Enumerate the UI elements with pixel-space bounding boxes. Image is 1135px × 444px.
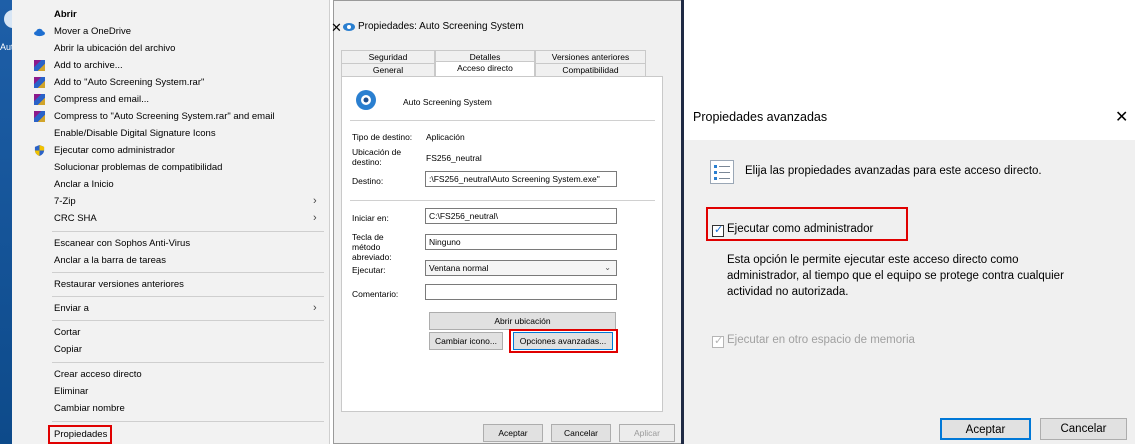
context-menu: Abrir Mover a OneDrive Abrir la ubicació… xyxy=(12,0,330,444)
iniciar-en-input[interactable]: C:\FS256_neutral\ xyxy=(425,208,617,224)
ubicacion-destino-label: Ubicación de destino: xyxy=(352,147,402,167)
menu-item-add-to-rar[interactable]: Add to "Auto Screening System.rar" xyxy=(12,74,328,91)
menu-item-compress-email[interactable]: Compress and email... xyxy=(12,91,328,108)
chevron-right-icon: › xyxy=(313,302,317,314)
onedrive-icon xyxy=(34,28,45,37)
winrar-icon xyxy=(34,94,45,105)
menu-item-cut[interactable]: Cortar xyxy=(12,324,328,341)
chevron-right-icon: › xyxy=(313,212,317,224)
advanced-aceptar-button[interactable]: Aceptar xyxy=(940,418,1031,440)
advanced-cancelar-button[interactable]: Cancelar xyxy=(1040,418,1127,440)
properties-title: Propiedades: Auto Screening System xyxy=(358,21,524,32)
help-text-line3: actividad no autorizada. xyxy=(727,286,849,298)
tipo-destino-value: Aplicación xyxy=(426,132,465,142)
menu-item-abrir[interactable]: Abrir xyxy=(12,6,328,23)
separate-memory-label: Ejecutar en otro espacio de memoria xyxy=(727,334,915,346)
desktop-background xyxy=(0,0,12,444)
menu-item-run-as-admin[interactable]: Ejecutar como administrador xyxy=(12,142,328,159)
shield-icon xyxy=(34,145,45,156)
app-name: Auto Screening System xyxy=(403,97,492,107)
cambiar-icono-button[interactable]: Cambiar icono... xyxy=(429,332,503,350)
menu-item-send-to[interactable]: Enviar a › xyxy=(12,300,328,317)
menu-separator xyxy=(52,296,324,297)
menu-item-sophos-scan[interactable]: Escanear con Sophos Anti-Virus xyxy=(12,235,328,252)
menu-item-copy[interactable]: Copiar xyxy=(12,341,328,358)
menu-separator xyxy=(52,272,324,273)
close-icon[interactable]: ✕ xyxy=(1115,107,1128,127)
help-text-line2: administrador, al tiempo que el equipo s… xyxy=(727,270,1064,282)
advanced-description: Elija las propiedades avanzadas para est… xyxy=(745,165,1042,177)
menu-item-pin-start[interactable]: Anclar a Inicio xyxy=(12,176,328,193)
menu-separator xyxy=(52,231,324,232)
props-aplicar-button[interactable]: Aplicar xyxy=(619,424,675,442)
menu-separator xyxy=(52,421,324,422)
help-text-line1: Esta opción le permite ejecutar este acc… xyxy=(727,254,1019,266)
tipo-destino-label: Tipo de destino: xyxy=(352,132,413,142)
menu-item-restore-versions[interactable]: Restaurar versiones anteriores xyxy=(12,276,328,293)
highlight-properties xyxy=(48,425,112,444)
separate-memory-checkbox[interactable]: ✓ xyxy=(712,335,724,348)
menu-item-delete[interactable]: Eliminar xyxy=(12,383,328,400)
panel-separator xyxy=(350,200,655,201)
abrir-ubicacion-button[interactable]: Abrir ubicación xyxy=(429,312,616,330)
checkmark-icon: ✓ xyxy=(714,335,724,347)
menu-item-add-to-archive[interactable]: Add to archive... xyxy=(12,57,328,74)
menu-item-create-shortcut[interactable]: Crear acceso directo xyxy=(12,366,328,383)
ejecutar-select[interactable]: Ventana normal ⌄ xyxy=(425,260,617,276)
tecla-metodo-input[interactable]: Ninguno xyxy=(425,234,617,250)
app-icon xyxy=(343,23,355,31)
ejecutar-select-value: Ventana normal xyxy=(429,263,489,273)
winrar-icon xyxy=(34,77,45,88)
ubicacion-destino-value: FS256_neutral xyxy=(426,153,482,163)
winrar-icon xyxy=(34,60,45,71)
destino-label: Destino: xyxy=(352,176,384,186)
menu-item-abrir-ubicacion[interactable]: Abrir la ubicación del archivo xyxy=(12,40,328,57)
destino-input[interactable]: :\FS256_neutral\Auto Screening System.ex… xyxy=(425,171,617,187)
app-large-icon xyxy=(356,90,376,110)
tab-acceso-directo[interactable]: Acceso directo xyxy=(435,61,535,77)
comentario-input[interactable] xyxy=(425,284,617,300)
menu-item-pin-taskbar[interactable]: Anclar a la barra de tareas xyxy=(12,252,328,269)
tab-seguridad[interactable]: Seguridad xyxy=(341,50,435,63)
chevron-down-icon: ⌄ xyxy=(604,263,611,272)
props-cancelar-button[interactable]: Cancelar xyxy=(551,424,611,442)
props-aceptar-button[interactable]: Aceptar xyxy=(483,424,543,442)
tab-compatibilidad[interactable]: Compatibilidad xyxy=(535,63,646,76)
highlight-opciones-avanzadas xyxy=(509,329,618,353)
menu-item-rename[interactable]: Cambiar nombre xyxy=(12,400,328,417)
tab-versiones-anteriores[interactable]: Versiones anteriores xyxy=(535,50,646,63)
chevron-right-icon: › xyxy=(313,195,317,207)
menu-item-troubleshoot[interactable]: Solucionar problemas de compatibilidad xyxy=(12,159,328,176)
menu-item-mover-onedrive[interactable]: Mover a OneDrive xyxy=(12,23,328,40)
tab-general[interactable]: General xyxy=(341,63,435,76)
menu-separator xyxy=(52,320,324,321)
menu-item-crc-sha[interactable]: CRC SHA › xyxy=(12,210,328,227)
panel-separator xyxy=(350,120,655,121)
highlight-run-as-admin xyxy=(706,207,908,241)
iniciar-en-label: Iniciar en: xyxy=(352,213,389,223)
ejecutar-label: Ejecutar: xyxy=(352,265,386,275)
menu-separator xyxy=(52,362,324,363)
close-icon[interactable]: ✕ xyxy=(331,20,342,36)
comentario-label: Comentario: xyxy=(352,289,399,299)
advanced-options-icon xyxy=(710,160,734,184)
menu-item-7zip[interactable]: 7-Zip › xyxy=(12,193,328,210)
menu-item-compress-rar-email[interactable]: Compress to "Auto Screening System.rar" … xyxy=(12,108,328,125)
tecla-metodo-label: Tecla de método abreviado: xyxy=(352,232,392,262)
advanced-title: Propiedades avanzadas xyxy=(693,110,828,124)
winrar-icon xyxy=(34,111,45,122)
menu-item-digital-signature[interactable]: Enable/Disable Digital Signature Icons xyxy=(12,125,328,142)
